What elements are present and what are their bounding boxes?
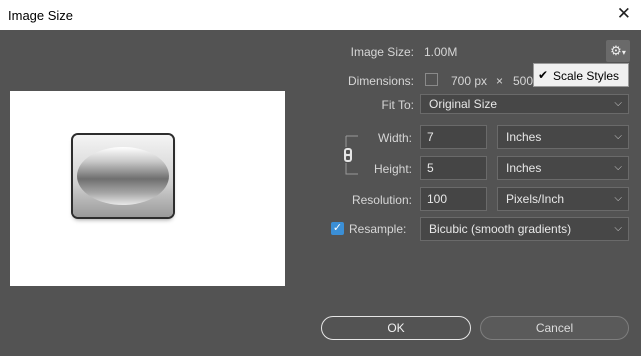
title-bar: Image Size ✕	[0, 0, 641, 30]
image-size-value: 1.00M	[424, 45, 458, 59]
resample-select[interactable]: Bicubic (smooth gradients) ⌵	[420, 217, 629, 241]
resample-label: Resample:	[349, 222, 407, 236]
dimensions-times: ×	[496, 74, 504, 88]
ok-button[interactable]: OK	[321, 316, 471, 340]
dimensions-toggle[interactable]	[425, 73, 438, 86]
fit-to-label: Fit To:	[381, 98, 414, 112]
dimensions-height: 500	[513, 74, 534, 88]
fit-to-select[interactable]: Original Size ⌵	[420, 94, 629, 114]
height-label: Height:	[373, 162, 412, 176]
chevron-down-icon: ⌵	[614, 162, 622, 173]
height-unit-select[interactable]: Inches ⌵	[497, 156, 629, 180]
width-label: Width:	[377, 131, 412, 145]
scale-styles-menu: ✔ Scale Styles	[533, 63, 629, 87]
fit-to-value: Original Size	[429, 97, 498, 111]
resolution-unit-value: Pixels/Inch	[506, 192, 565, 206]
chevron-down-icon: ⌵	[614, 193, 622, 204]
resolution-label: Resolution:	[351, 193, 412, 207]
chevron-down-icon: ⌵	[614, 223, 622, 234]
image-size-label: Image Size:	[350, 45, 414, 59]
chevron-down-icon: ⌵	[614, 131, 622, 142]
image-preview[interactable]	[10, 91, 285, 286]
dimensions-label: Dimensions:	[347, 74, 414, 88]
resample-checkbox[interactable]: ✓	[331, 222, 344, 235]
gear-icon[interactable]: ⚙▾	[606, 40, 630, 62]
width-input[interactable]: 7	[420, 125, 487, 149]
resample-value: Bicubic (smooth gradients)	[429, 222, 572, 236]
width-unit-value: Inches	[506, 130, 542, 144]
close-icon[interactable]: ✕	[617, 4, 631, 24]
width-unit-select[interactable]: Inches ⌵	[497, 125, 629, 149]
preview-shape	[77, 147, 169, 205]
chevron-down-icon: ⌵	[614, 98, 622, 109]
preview-thumbnail	[73, 135, 173, 217]
cancel-button[interactable]: Cancel	[480, 316, 629, 340]
resolution-input[interactable]: 100	[420, 187, 487, 211]
checkmark-icon: ✔	[538, 68, 549, 82]
height-unit-value: Inches	[506, 161, 542, 175]
resolution-unit-select[interactable]: Pixels/Inch ⌵	[497, 187, 629, 211]
dimensions-width: 700 px	[451, 74, 488, 88]
window-title: Image Size	[8, 8, 74, 23]
height-input[interactable]: 5	[420, 156, 487, 180]
scale-styles-menu-item[interactable]: Scale Styles	[553, 69, 619, 83]
